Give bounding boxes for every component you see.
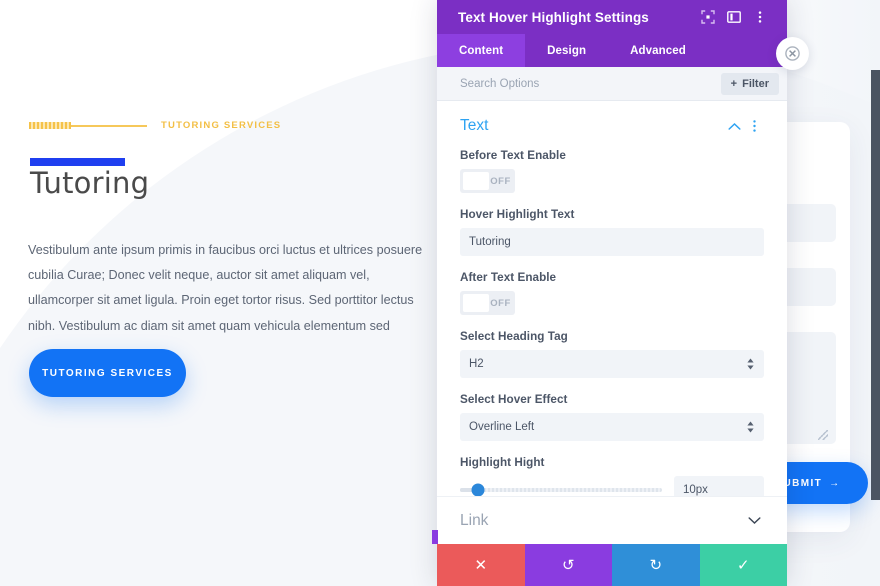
tab-design[interactable]: Design [525, 34, 608, 67]
body-paragraph: Vestibulum ante ipsum primis in faucibus… [28, 243, 423, 333]
check-icon: ✓ [736, 557, 750, 574]
after-text-enable-toggle[interactable]: OFF [460, 291, 515, 315]
redo-icon: ↻ [649, 557, 663, 574]
save-button[interactable]: ✓ [699, 544, 787, 586]
more-vertical-icon[interactable] [747, 4, 773, 30]
close-icon: ✕ [474, 557, 488, 574]
hover-highlight-text-input[interactable] [460, 228, 764, 256]
filter-button-label: Filter [742, 77, 769, 90]
field-before-text-enable: Before Text Enable OFF [460, 149, 764, 193]
modal-titlebar: Text Hover Highlight Settings [437, 0, 787, 34]
toggle-knob [463, 294, 489, 312]
field-label: Hover Highlight Text [460, 208, 575, 221]
eyebrow-label: TUTORING SERVICES [161, 120, 282, 131]
panel-layout-icon[interactable] [721, 4, 747, 30]
cancel-button[interactable]: ✕ [437, 544, 525, 586]
headline-block: Tutoring [30, 158, 149, 200]
field-label: Select Heading Tag [460, 330, 568, 343]
chevron-down-icon[interactable] [744, 516, 764, 525]
toggle-knob [463, 172, 489, 190]
modal-left-edge-accent [432, 530, 438, 544]
modal-tabs: Content Design Advanced [437, 34, 787, 67]
marketing-column: TUTORING SERVICES Tutoring Vestibulum an… [0, 0, 440, 586]
eyebrow: TUTORING SERVICES [29, 120, 281, 131]
tab-advanced[interactable]: Advanced [608, 34, 708, 67]
tutoring-services-cta-button[interactable]: TUTORING SERVICES [29, 349, 186, 397]
page-title: Tutoring [30, 166, 150, 200]
select-hover-effect-dropdown[interactable]: Overline Left [460, 413, 764, 441]
field-select-hover-effect: Select Hover Effect Overline Left [460, 393, 764, 441]
modal-title: Text Hover Highlight Settings [458, 9, 649, 25]
field-after-text-enable: After Text Enable OFF [460, 271, 764, 315]
select-updown-icon [747, 358, 754, 370]
select-heading-tag-value: H2 [469, 358, 484, 370]
toggle-state-label: OFF [490, 297, 511, 309]
textarea-resize-handle[interactable] [818, 430, 828, 440]
field-label: Select Hover Effect [460, 393, 568, 406]
plus-icon: + [730, 77, 738, 90]
screen-root: TUTORING SERVICES Tutoring Vestibulum an… [0, 0, 880, 586]
section-header-text: Text [460, 117, 764, 135]
headline-overline-bar [30, 158, 125, 166]
section-title-link: Link [460, 511, 489, 529]
select-hover-effect-value: Overline Left [469, 421, 535, 433]
section-header-link[interactable]: Link [437, 496, 787, 544]
field-label: Before Text Enable [460, 149, 566, 162]
modal-footer: ✕ ↺ ↻ ✓ [437, 544, 787, 586]
tab-content[interactable]: Content [437, 34, 526, 67]
redo-button[interactable]: ↻ [612, 544, 700, 586]
arrow-right-icon: → [829, 477, 841, 489]
toggle-state-label: OFF [490, 175, 511, 187]
settings-modal: Text Hover Highlight Settings Content De… [437, 0, 787, 586]
field-label: Highlight Hight [460, 456, 545, 469]
search-input[interactable] [460, 77, 721, 90]
highlight-height-slider[interactable] [460, 483, 662, 497]
slider-handle[interactable] [471, 483, 485, 497]
focus-target-icon[interactable] [695, 4, 721, 30]
chevron-up-icon[interactable] [724, 122, 744, 131]
eyebrow-dotted-rule [29, 122, 71, 129]
eyebrow-solid-rule [71, 124, 147, 127]
before-text-enable-toggle[interactable]: OFF [460, 169, 515, 193]
section-title-text: Text [460, 117, 489, 134]
undo-button[interactable]: ↺ [524, 544, 612, 586]
field-select-heading-tag: Select Heading Tag H2 [460, 330, 764, 378]
filter-button[interactable]: + Filter [720, 72, 779, 95]
select-heading-tag-dropdown[interactable]: H2 [460, 350, 764, 378]
select-updown-icon [747, 421, 754, 433]
close-icon [785, 46, 800, 61]
modal-scrollbar[interactable] [871, 70, 880, 500]
undo-icon: ↺ [561, 557, 575, 574]
close-overlay-button[interactable] [776, 37, 809, 70]
field-hover-highlight-text: Hover Highlight Text [460, 208, 764, 256]
modal-body: Text Before Text Enable OFF Hover Highli… [437, 101, 787, 544]
search-options-bar: + Filter [437, 67, 787, 101]
section-more-vertical-icon[interactable] [744, 119, 764, 133]
field-label: After Text Enable [460, 271, 557, 284]
